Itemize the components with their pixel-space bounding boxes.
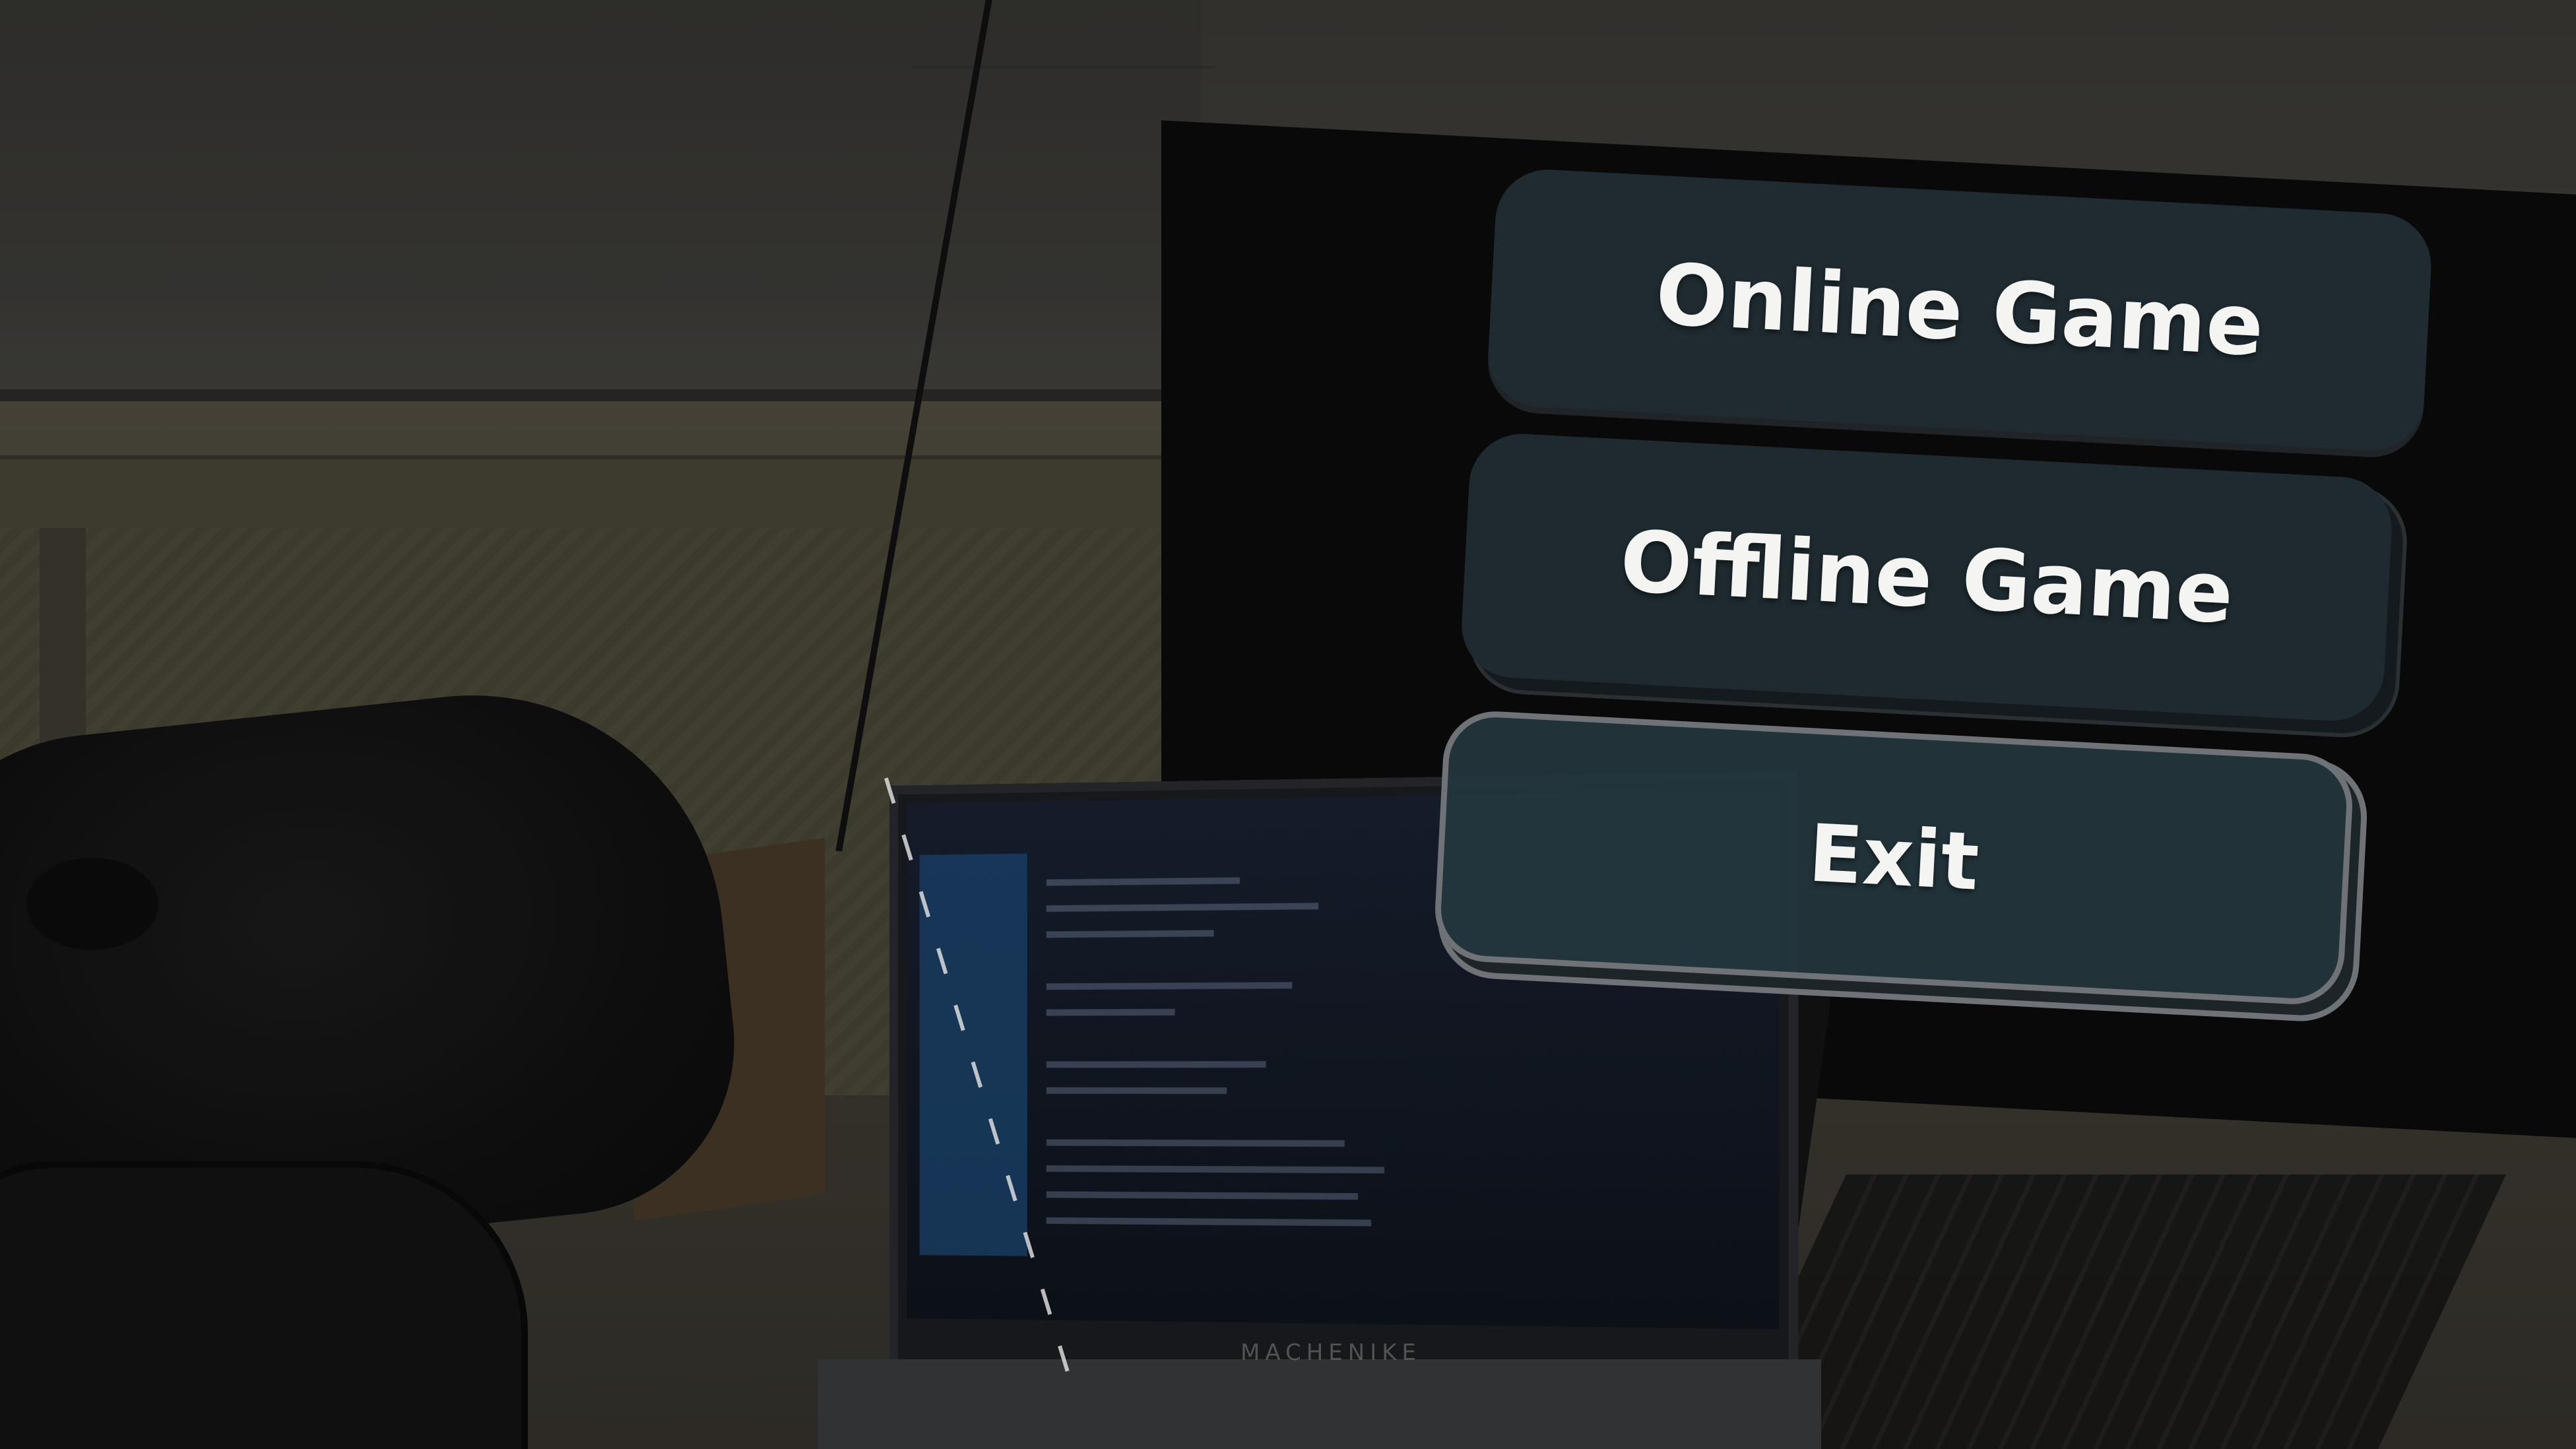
online-game-label: Online Game <box>1654 245 2266 375</box>
online-game-button[interactable]: Online Game <box>1486 167 2434 453</box>
exit-button[interactable]: Exit <box>1433 709 2355 1007</box>
exit-label: Exit <box>1807 808 1981 908</box>
offline-game-label: Offline Game <box>1618 512 2236 642</box>
offline-game-button[interactable]: Offline Game <box>1459 432 2394 724</box>
passthrough-scene: MACHENIKE Online Game Offline Game Exit <box>0 0 2576 1449</box>
